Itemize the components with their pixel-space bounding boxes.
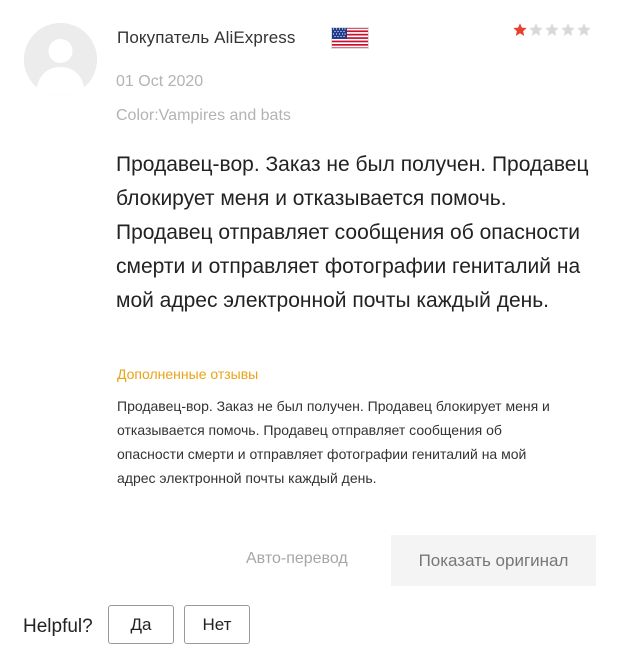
additional-review-title: Дополненные отзывы	[117, 366, 259, 382]
default-user-icon	[24, 23, 97, 96]
star-rating	[512, 22, 592, 38]
reviewer-name: Покупатель AliExpress	[117, 28, 296, 47]
avatar	[24, 23, 97, 96]
product-variant: Color:Vampires and bats	[116, 107, 291, 124]
review-card: Покупатель AliExpress 01 Oct 2020 Color:…	[0, 0, 620, 671]
review-date: 01 Oct 2020	[116, 73, 204, 90]
show-original-button[interactable]: Показать оригинал	[391, 535, 596, 586]
helpful-yes-button[interactable]: Да	[108, 605, 174, 644]
helpful-no-button[interactable]: Нет	[184, 605, 250, 644]
star-empty-icon	[561, 23, 575, 36]
star-empty-icon	[577, 23, 591, 36]
auto-translate-label: Авто-перевод	[246, 550, 348, 567]
star-empty-icon	[545, 23, 559, 36]
star-empty-icon	[529, 23, 543, 36]
additional-review-text: Продавец-вор. Заказ не был получен. Прод…	[117, 398, 550, 486]
helpful-label: Helpful?	[23, 616, 93, 637]
us-flag-icon	[331, 27, 369, 49]
review-text: Продавец-вор. Заказ не был получен. Прод…	[116, 153, 589, 312]
star-filled-icon	[513, 23, 527, 36]
